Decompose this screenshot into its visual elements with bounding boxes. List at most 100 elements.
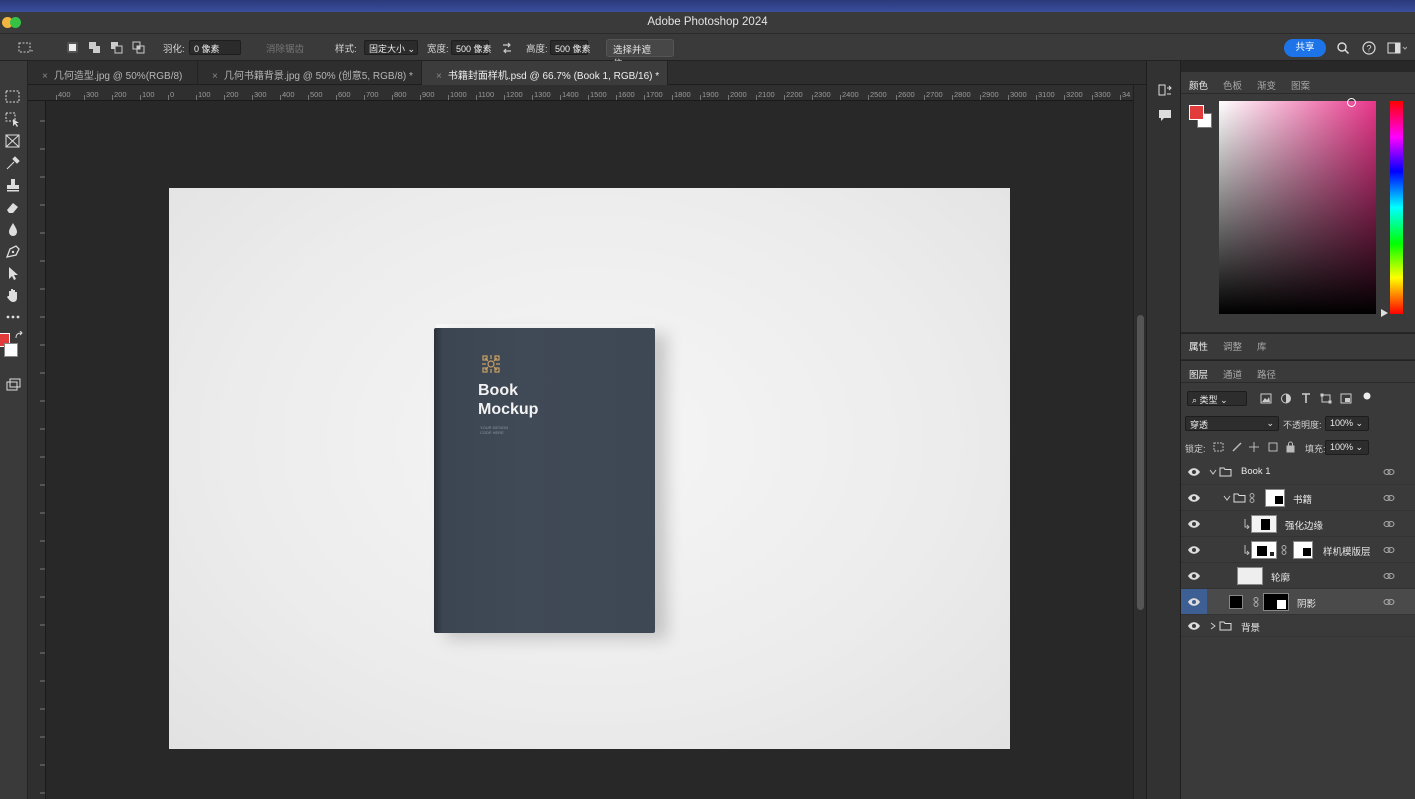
document-tab-1[interactable]: × 几何造型.jpg @ 50%(RGB/8) (28, 61, 198, 85)
layer-row-enhance-edge[interactable]: 强化边缘 (1181, 511, 1415, 537)
frame-tool-icon[interactable] (4, 133, 22, 149)
layer-row-book1[interactable]: Book 1 (1181, 459, 1415, 485)
link-icon[interactable] (1383, 467, 1395, 477)
tab-color[interactable]: 颜色 (1189, 78, 1208, 92)
comments-icon[interactable] (1157, 107, 1173, 123)
layer-row-background[interactable]: 背景 (1181, 615, 1415, 637)
layer-thumbnail[interactable] (1237, 567, 1263, 585)
layer-mask-thumbnail[interactable] (1263, 593, 1289, 611)
layer-name[interactable]: 阴影 (1297, 596, 1316, 610)
swap-colors-icon[interactable] (14, 331, 24, 341)
layer-filter-select[interactable]: ⌕ 类型 ⌄ (1187, 391, 1247, 406)
layer-name[interactable]: Book 1 (1241, 466, 1271, 477)
chevron-down-icon[interactable] (1209, 468, 1217, 476)
visibility-toggle[interactable] (1181, 589, 1207, 614)
height-input[interactable]: 500 像素 (550, 40, 591, 55)
opacity-input[interactable]: 100% ⌄ (1325, 416, 1369, 431)
history-icon[interactable] (1157, 83, 1173, 99)
tab-channels[interactable]: 通道 (1223, 367, 1242, 381)
close-tab-icon[interactable]: × (436, 71, 442, 82)
link-icon[interactable] (1383, 545, 1395, 555)
layer-thumbnail[interactable] (1251, 515, 1277, 533)
fill-input[interactable]: 100% ⌄ (1325, 440, 1369, 455)
help-icon[interactable]: ? (1362, 41, 1376, 55)
change-screen-mode-icon[interactable] (4, 377, 22, 393)
clone-stamp-tool-icon[interactable] (4, 177, 22, 193)
width-input[interactable]: 500 像素 (451, 40, 492, 55)
visibility-eye-icon[interactable] (1187, 544, 1201, 556)
mask-link-icon[interactable] (1249, 493, 1255, 503)
path-selection-tool-icon[interactable] (4, 265, 22, 281)
layer-thumbnail[interactable] (1229, 595, 1243, 609)
vertical-scrollbar[interactable] (1133, 85, 1146, 799)
close-tab-icon[interactable]: × (42, 71, 48, 82)
swap-width-height-icon[interactable] (500, 41, 514, 55)
layer-mask-thumbnail[interactable] (1265, 489, 1285, 507)
visibility-eye-icon[interactable] (1187, 492, 1201, 504)
search-icon[interactable] (1336, 41, 1350, 55)
link-icon[interactable] (1383, 571, 1395, 581)
visibility-eye-icon[interactable] (1187, 466, 1201, 478)
tab-properties[interactable]: 属性 (1189, 339, 1208, 353)
add-to-selection-icon[interactable] (88, 41, 101, 54)
link-icon[interactable] (1383, 597, 1395, 607)
more-tools-icon[interactable] (4, 309, 22, 325)
filter-pixel-icon[interactable] (1260, 393, 1272, 404)
mask-link-icon[interactable] (1253, 597, 1259, 607)
layer-mask-thumbnail[interactable] (1293, 541, 1313, 559)
tab-adjustments[interactable]: 调整 (1223, 339, 1242, 353)
filter-smart-object-icon[interactable] (1340, 393, 1352, 404)
layer-row-shadow[interactable]: 阴影 (1181, 589, 1415, 615)
layer-row-outline[interactable]: 轮廓 (1181, 563, 1415, 589)
chevron-right-icon[interactable] (1209, 622, 1217, 630)
object-selection-tool-icon[interactable] (4, 111, 22, 127)
tab-paths[interactable]: 路径 (1257, 367, 1276, 381)
link-icon[interactable] (1383, 493, 1395, 503)
layer-name[interactable]: 轮廓 (1271, 570, 1290, 584)
panel-foreground-color[interactable] (1189, 105, 1204, 120)
layer-name[interactable]: 背景 (1241, 620, 1260, 634)
color-field[interactable] (1219, 98, 1376, 314)
feather-input[interactable]: 0 像素 (189, 40, 241, 55)
hue-slider-handle-icon[interactable] (1381, 309, 1388, 317)
tab-layers[interactable]: 图层 (1189, 367, 1208, 381)
hand-tool-icon[interactable] (4, 287, 22, 303)
workspace-icon[interactable] (1387, 41, 1407, 55)
tab-patterns[interactable]: 图案 (1291, 78, 1310, 92)
layer-name[interactable]: 样机模版层 (1323, 544, 1371, 558)
subtract-from-selection-icon[interactable] (110, 41, 123, 54)
document-canvas[interactable]: Book Mockup YOUR DESIGN CODE HERE (169, 188, 1010, 749)
filter-toggle-icon[interactable] (1362, 391, 1372, 401)
vertical-scrollbar-thumb[interactable] (1137, 315, 1144, 610)
select-and-mask-button[interactable]: 选择并遮住... (606, 39, 674, 70)
new-selection-icon[interactable] (66, 41, 79, 54)
intersect-selection-icon[interactable] (132, 41, 145, 54)
vertical-ruler[interactable] (28, 101, 46, 799)
visibility-eye-icon[interactable] (1187, 620, 1201, 632)
link-icon[interactable] (1383, 519, 1395, 529)
layer-name[interactable]: 强化边缘 (1285, 518, 1323, 532)
visibility-eye-icon[interactable] (1187, 518, 1201, 530)
color-picker-handle[interactable] (1347, 98, 1356, 107)
tab-gradients[interactable]: 渐变 (1257, 78, 1276, 92)
marquee-tool-preset-icon[interactable] (18, 41, 34, 55)
layer-name[interactable]: 书籍 (1293, 492, 1312, 506)
antialias-checkbox[interactable]: 消除锯齿 (266, 41, 304, 55)
filter-adjustment-icon[interactable] (1280, 393, 1292, 404)
style-select[interactable]: 固定大小 ⌄ (364, 40, 418, 55)
canvas-area[interactable]: Book Mockup YOUR DESIGN CODE HERE (46, 101, 1133, 799)
layer-row-mockup-template[interactable]: 样机模版层 (1181, 537, 1415, 563)
eyedropper-tool-icon[interactable] (4, 155, 22, 171)
horizontal-ruler[interactable]: 400 300 200 100 0 100 200 300 400 500 600 700 800 900… (28, 85, 1133, 101)
tab-swatches[interactable]: 色板 (1223, 78, 1242, 92)
filter-type-icon[interactable] (1300, 393, 1312, 404)
layer-row-book[interactable]: 书籍 (1181, 485, 1415, 511)
rectangular-marquee-tool-icon[interactable] (4, 89, 22, 105)
eraser-tool-icon[interactable] (4, 199, 22, 215)
pen-tool-icon[interactable] (4, 243, 22, 259)
hue-slider[interactable] (1390, 101, 1403, 314)
filter-shape-icon[interactable] (1320, 393, 1332, 404)
document-tab-3-active[interactable]: × 书籍封面样机.psd @ 66.7% (Book 1, RGB/16) * (422, 61, 668, 85)
background-color-swatch[interactable] (4, 343, 18, 357)
chevron-down-icon[interactable] (1223, 494, 1231, 502)
